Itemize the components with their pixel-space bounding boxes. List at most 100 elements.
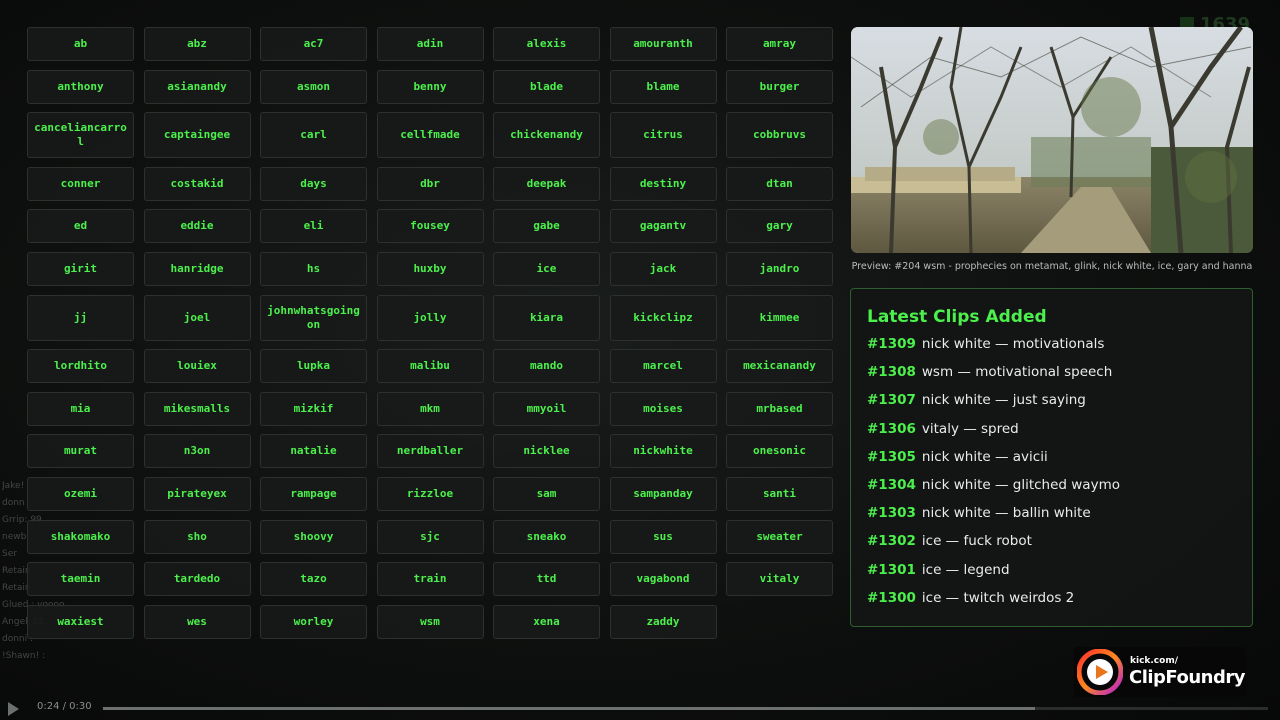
streamer-button-eddie[interactable]: eddie [143,209,251,244]
streamer-button-hs[interactable]: hs [260,251,367,286]
streamer-button-nicklee[interactable]: nicklee [493,434,600,469]
streamer-button-n3on[interactable]: n3on [143,434,251,469]
clip-list-item[interactable]: #1308 wsm — motivational speech [867,364,1236,392]
streamer-button-girit[interactable]: girit [27,251,134,286]
streamer-button-adin[interactable]: adin [376,27,484,61]
streamer-button-blade[interactable]: blade [493,69,600,104]
streamer-button-gabe[interactable]: gabe [493,209,600,244]
streamer-button-wes[interactable]: wes [143,604,251,639]
streamer-button-ac7[interactable]: ac7 [260,27,367,61]
streamer-button-canceliancarrol[interactable]: canceliancarrol [27,112,134,159]
streamer-button-ozemi[interactable]: ozemi [27,476,134,511]
streamer-button-conner[interactable]: conner [27,166,134,201]
progress-track[interactable] [103,707,1268,710]
streamer-button-onesonic[interactable]: onesonic [726,434,833,469]
streamer-button-anthony[interactable]: anthony [27,69,134,104]
streamer-button-asianandy[interactable]: asianandy [143,69,251,104]
streamer-button-worley[interactable]: worley [260,604,367,639]
streamer-button-cobbruvs[interactable]: cobbruvs [726,112,833,159]
streamer-button-alexis[interactable]: alexis [493,27,600,61]
clip-list-item[interactable]: #1306 vitaly — spred [867,421,1236,449]
streamer-button-train[interactable]: train [376,562,484,597]
streamer-button-pirateyex[interactable]: pirateyex [143,476,251,511]
streamer-button-sho[interactable]: sho [143,519,251,554]
streamer-button-fousey[interactable]: fousey [376,209,484,244]
play-icon[interactable] [8,702,19,716]
streamer-button-ab[interactable]: ab [27,27,134,61]
streamer-button-taemin[interactable]: taemin [27,562,134,597]
streamer-button-dbr[interactable]: dbr [376,166,484,201]
clip-list-item[interactable]: #1302 ice — fuck robot [867,533,1236,561]
streamer-button-costakid[interactable]: costakid [143,166,251,201]
streamer-button-sus[interactable]: sus [609,519,717,554]
streamer-button-zaddy[interactable]: zaddy [609,604,717,639]
clip-preview[interactable] [851,27,1253,253]
streamer-button-days[interactable]: days [260,166,367,201]
streamer-button-amouranth[interactable]: amouranth [609,27,717,61]
streamer-button-moises[interactable]: moises [609,391,717,426]
streamer-button-mizkif[interactable]: mizkif [260,391,367,426]
streamer-button-murat[interactable]: murat [27,434,134,469]
streamer-button-kickclipz[interactable]: kickclipz [609,294,717,341]
streamer-button-kiara[interactable]: kiara [493,294,600,341]
clip-list-item[interactable]: #1300 ice — twitch weirdos 2 [867,590,1236,618]
streamer-button-hanridge[interactable]: hanridge [143,251,251,286]
streamer-button-shoovy[interactable]: shoovy [260,519,367,554]
streamer-button-waxiest[interactable]: waxiest [27,604,134,639]
streamer-button-eli[interactable]: eli [260,209,367,244]
streamer-button-amray[interactable]: amray [726,27,833,61]
streamer-button-marcel[interactable]: marcel [609,349,717,384]
streamer-button-kimmee[interactable]: kimmee [726,294,833,341]
streamer-button-gagantv[interactable]: gagantv [609,209,717,244]
streamer-button-jolly[interactable]: jolly [376,294,484,341]
streamer-button-lupka[interactable]: lupka [260,349,367,384]
streamer-button-rizzloe[interactable]: rizzloe [376,476,484,511]
streamer-button-sam[interactable]: sam [493,476,600,511]
streamer-button-citrus[interactable]: citrus [609,112,717,159]
streamer-button-lordhito[interactable]: lordhito [27,349,134,384]
streamer-button-destiny[interactable]: destiny [609,166,717,201]
streamer-button-dtan[interactable]: dtan [726,166,833,201]
clip-list-item[interactable]: #1304 nick white — glitched waymo [867,477,1236,505]
streamer-button-joel[interactable]: joel [143,294,251,341]
streamer-button-jack[interactable]: jack [609,251,717,286]
streamer-button-mando[interactable]: mando [493,349,600,384]
clip-list-item[interactable]: #1301 ice — legend [867,562,1236,590]
streamer-button-cellfmade[interactable]: cellfmade [376,112,484,159]
streamer-button-huxby[interactable]: huxby [376,251,484,286]
streamer-button-deepak[interactable]: deepak [493,166,600,201]
streamer-button-mikesmalls[interactable]: mikesmalls [143,391,251,426]
streamer-button-abz[interactable]: abz [143,27,251,61]
streamer-button-malibu[interactable]: malibu [376,349,484,384]
streamer-button-asmon[interactable]: asmon [260,69,367,104]
streamer-button-gary[interactable]: gary [726,209,833,244]
streamer-button-santi[interactable]: santi [726,476,833,511]
clip-list-item[interactable]: #1309 nick white — motivationals [867,336,1236,364]
clip-list-item[interactable]: #1307 nick white — just saying [867,392,1236,420]
clip-list-item[interactable]: #1305 nick white — avicii [867,449,1236,477]
streamer-button-ed[interactable]: ed [27,209,134,244]
streamer-button-captaingee[interactable]: captaingee [143,112,251,159]
streamer-button-jj[interactable]: jj [27,294,134,341]
streamer-button-ttd[interactable]: ttd [493,562,600,597]
streamer-button-johnwhatsgoingon[interactable]: johnwhatsgoingon [260,294,367,341]
streamer-button-mmyoil[interactable]: mmyoil [493,391,600,426]
streamer-button-chickenandy[interactable]: chickenandy [493,112,600,159]
streamer-button-benny[interactable]: benny [376,69,484,104]
streamer-button-tazo[interactable]: tazo [260,562,367,597]
streamer-button-vagabond[interactable]: vagabond [609,562,717,597]
streamer-button-mia[interactable]: mia [27,391,134,426]
streamer-button-nerdballer[interactable]: nerdballer [376,434,484,469]
streamer-button-ice[interactable]: ice [493,251,600,286]
streamer-button-tardedo[interactable]: tardedo [143,562,251,597]
streamer-button-carl[interactable]: carl [260,112,367,159]
streamer-button-sneako[interactable]: sneako [493,519,600,554]
streamer-button-mrbased[interactable]: mrbased [726,391,833,426]
streamer-button-mkm[interactable]: mkm [376,391,484,426]
streamer-button-sampanday[interactable]: sampanday [609,476,717,511]
streamer-button-louiex[interactable]: louiex [143,349,251,384]
streamer-button-wsm[interactable]: wsm [376,604,484,639]
streamer-button-xena[interactable]: xena [493,604,600,639]
streamer-button-shakomako[interactable]: shakomako [27,519,134,554]
streamer-button-natalie[interactable]: natalie [260,434,367,469]
